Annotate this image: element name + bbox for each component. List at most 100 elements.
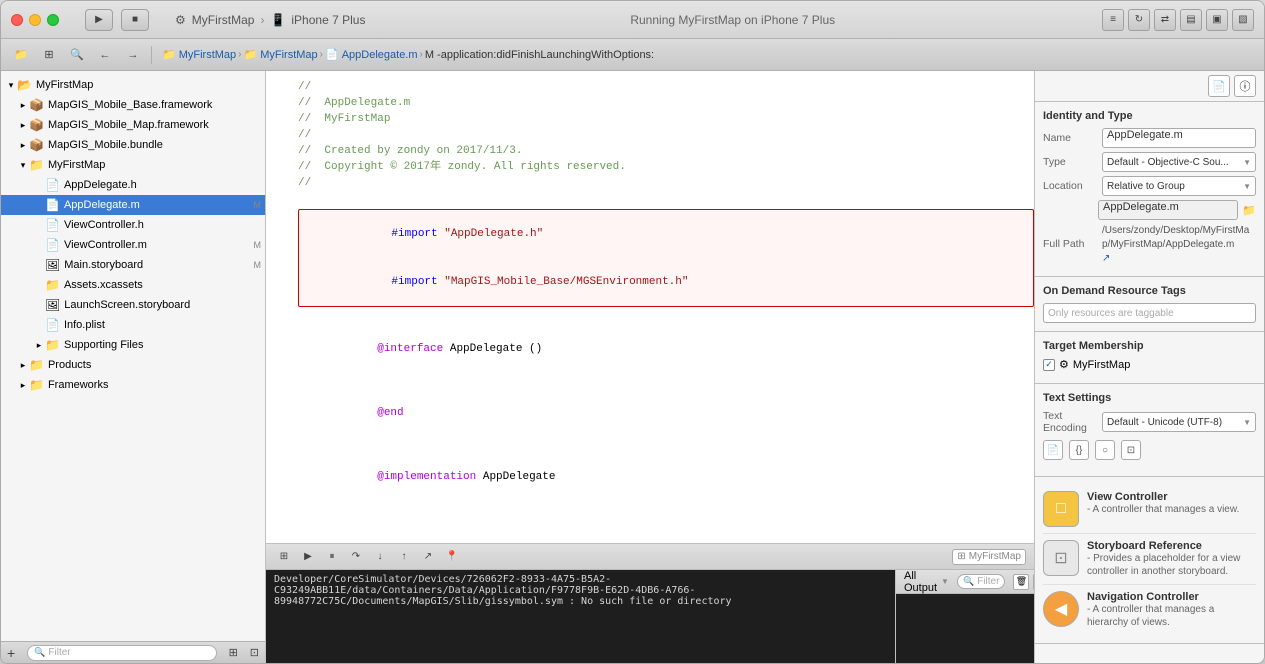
debug-share[interactable]: ↗ [418, 548, 438, 566]
debug-filter-input[interactable]: 🔍 Filter [957, 574, 1005, 589]
map-fw-icon: 📦 [29, 118, 44, 132]
list-view-btn[interactable]: ≡ [1102, 9, 1124, 31]
refresh-btn[interactable]: ↻ [1128, 9, 1150, 31]
fullpath-row: Full Path /Users/zondy/Desktop/MyFirstMa… [1043, 224, 1256, 264]
run-button[interactable]: ▶ [85, 9, 113, 31]
encoding-select[interactable]: Default - Unicode (UTF-8) ▼ [1102, 412, 1256, 432]
toggle-support[interactable]: ▸ [33, 340, 45, 351]
folder-btn[interactable]: 📁 [9, 44, 33, 66]
tree-launch-label: LaunchScreen.storyboard [64, 299, 265, 311]
layout-icon[interactable]: ⊞ [229, 646, 238, 659]
project-name-label: MyFirstMap [969, 551, 1021, 562]
code-line-14: @end [266, 389, 1034, 437]
settings-icon[interactable]: ⊡ [250, 646, 259, 659]
panel-info-icon[interactable]: ⓘ [1234, 75, 1256, 97]
target-checkbox[interactable] [1043, 359, 1055, 371]
line-num-8 [266, 191, 298, 207]
minimize-button[interactable] [29, 14, 41, 26]
maximize-button[interactable] [47, 14, 59, 26]
root-folder-icon: 📂 [17, 78, 32, 92]
back-forward-btn[interactable]: ⇄ [1154, 9, 1176, 31]
panel-file-icon[interactable]: 📄 [1208, 75, 1230, 97]
line-num-15 [266, 437, 298, 453]
stop-button[interactable]: ■ [121, 9, 149, 31]
left-panel-btn[interactable]: ▤ [1180, 9, 1202, 31]
toggle-products[interactable]: ▸ [17, 360, 29, 371]
sidebar-filter[interactable]: 🔍 Filter [27, 645, 216, 661]
tree-infoplist-label: Info.plist [64, 319, 265, 331]
code-editor[interactable]: // // AppDelegate.m // MyFirstMap // // … [266, 71, 1034, 543]
search-btn[interactable]: 🔍 [65, 44, 89, 66]
all-output-selector[interactable]: All Output ▼ [904, 570, 949, 594]
tree-assets[interactable]: 📁 Assets.xcassets [1, 275, 265, 295]
breadcrumb-myfirstmap2[interactable]: 📁 MyFirstMap [244, 48, 318, 61]
debug-output-right[interactable] [896, 594, 1034, 663]
tree-viewctl-h[interactable]: 📄 ViewController.h [1, 215, 265, 235]
right-panel-btn[interactable]: ▧ [1232, 9, 1254, 31]
tree-base-fw[interactable]: ▸ 📦 MapGIS_Mobile_Base.framework [1, 95, 265, 115]
tree-appdel-h[interactable]: 📄 AppDelegate.h [1, 175, 265, 195]
breadcrumb-label2: MyFirstMap [260, 49, 317, 61]
toggle-base-fw[interactable]: ▸ [17, 100, 29, 111]
toggle-map-fw[interactable]: ▸ [17, 120, 29, 131]
filter-btn[interactable]: ⊞ [37, 44, 61, 66]
breadcrumb-file[interactable]: 📄 AppDelegate.m [325, 48, 418, 61]
fwd-btn[interactable]: → [121, 44, 145, 66]
tags-placeholder[interactable]: Only resources are taggable [1043, 303, 1256, 323]
sidebar-status: + 🔍 Filter ⊞ ⊡ [1, 641, 265, 663]
breadcrumb-method[interactable]: M -application:didFinishLaunchingWithOpt… [425, 49, 654, 61]
tree-root[interactable]: ▾ 📂 MyFirstMap [1, 75, 265, 95]
device-icon: 📱 [270, 13, 285, 27]
tree-frameworks[interactable]: ▸ 📁 Frameworks [1, 375, 265, 395]
location-row: Location Relative to Group ▼ [1043, 176, 1256, 196]
debug-play[interactable]: ▶ [298, 548, 318, 566]
toggle-frameworks[interactable]: ▸ [17, 380, 29, 391]
vc-name: View Controller [1087, 491, 1256, 503]
close-button[interactable] [11, 14, 23, 26]
tree-viewctl-m[interactable]: 📄 ViewController.m M [1, 235, 265, 255]
toggle-root[interactable]: ▾ [5, 80, 17, 91]
right-panel-top-icons: 📄 ⓘ [1035, 71, 1264, 102]
toggle-myfirstmap[interactable]: ▾ [17, 160, 29, 171]
tree-map-fw[interactable]: ▸ 📦 MapGIS_Mobile_Map.framework [1, 115, 265, 135]
toggle-bundle[interactable]: ▸ [17, 140, 29, 151]
format-btn-3[interactable]: ○ [1095, 440, 1115, 460]
debug-location[interactable]: 📍 [442, 548, 462, 566]
tree-infoplist[interactable]: 📄 Info.plist [1, 315, 265, 335]
tree-bundle[interactable]: ▸ 📦 MapGIS_Mobile.bundle [1, 135, 265, 155]
identity-type-title: Identity and Type [1043, 110, 1256, 122]
fullpath-reveal-icon[interactable]: ↗ [1102, 253, 1110, 264]
tree-mainstory[interactable]: 🖼 Main.storyboard M [1, 255, 265, 275]
debug-step-out[interactable]: ↑ [394, 548, 414, 566]
bottom-panel-btn[interactable]: ▣ [1206, 9, 1228, 31]
debug-pause[interactable]: ⏸ [322, 548, 342, 566]
debug-step-over[interactable]: ↷ [346, 548, 366, 566]
line-content-4: // [298, 127, 1034, 143]
line-content-15 [298, 437, 1034, 453]
tree-map-fw-label: MapGIS_Mobile_Map.framework [48, 119, 265, 131]
fullpath-value: /Users/zondy/Desktop/MyFirstMap/MyFirstM… [1102, 224, 1256, 264]
identity-type-section: Identity and Type Name AppDelegate.m Typ… [1035, 102, 1264, 277]
tree-launch[interactable]: 🖼 LaunchScreen.storyboard [1, 295, 265, 315]
tree-support[interactable]: ▸ 📁 Supporting Files [1, 335, 265, 355]
location-select[interactable]: Relative to Group ▼ [1102, 176, 1256, 196]
debug-output-left[interactable]: Developer/CoreSimulator/Devices/726062F2… [266, 570, 896, 663]
type-select[interactable]: Default - Objective-C Sou... ▼ [1102, 152, 1256, 172]
debug-toggle[interactable]: ⊞ [274, 548, 294, 566]
debug-step-in[interactable]: ↓ [370, 548, 390, 566]
folder-browse-icon[interactable]: 📁 [1242, 204, 1256, 217]
format-btn-4[interactable]: ⊡ [1121, 440, 1141, 460]
back-btn[interactable]: ← [93, 44, 117, 66]
format-btn-2[interactable]: {} [1069, 440, 1089, 460]
format-btn-1[interactable]: 📄 [1043, 440, 1063, 460]
tree-myfirstmap[interactable]: ▾ 📁 MyFirstMap [1, 155, 265, 175]
location-chevron: ▼ [1243, 182, 1251, 191]
tree-appdel-m[interactable]: 📄 AppDelegate.m M [1, 195, 265, 215]
breadcrumb-myfirstmap1[interactable]: 📁 MyFirstMap [162, 48, 236, 61]
add-icon[interactable]: + [7, 645, 15, 661]
code-line-8 [266, 191, 1034, 207]
debug-clear-btn[interactable]: 🗑 [1013, 574, 1029, 590]
tree-products[interactable]: ▸ 📁 Products [1, 355, 265, 375]
name-input[interactable]: AppDelegate.m [1102, 128, 1256, 148]
line-content-12: @interface AppDelegate () [298, 325, 1034, 373]
